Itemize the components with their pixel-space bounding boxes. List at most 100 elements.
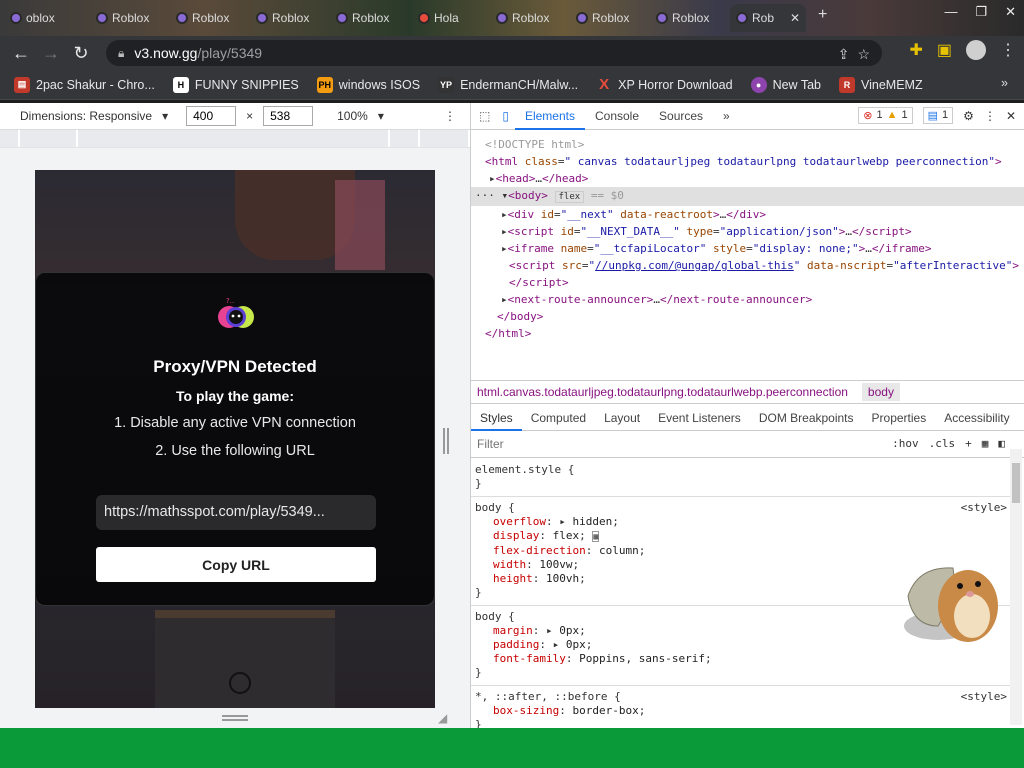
browser-tab[interactable]: Roblox (570, 4, 650, 32)
restore-icon[interactable]: ❐ (975, 4, 987, 20)
menu-kebab-icon[interactable]: ⋮ (1000, 40, 1016, 60)
dom-line[interactable]: ▸<head>…</head> (471, 170, 1024, 187)
forward-icon[interactable]: → (36, 43, 66, 64)
close-devtools-icon[interactable]: ✕ (1006, 109, 1016, 123)
browser-tab[interactable]: Roblox (90, 4, 170, 32)
dom-line[interactable]: </body> (471, 308, 1024, 325)
ruler-segment[interactable] (78, 130, 390, 147)
device-menu-icon[interactable]: ⋮ (444, 109, 456, 123)
star-icon[interactable]: ☆ (857, 46, 870, 63)
bookmark[interactable]: ● New Tab (750, 76, 821, 93)
dimensions-dropdown[interactable]: Dimensions: Responsive (20, 109, 152, 123)
more-tabs-icon[interactable]: » (713, 103, 740, 130)
styles-scrollbar[interactable] (1010, 449, 1022, 725)
dom-line-selected[interactable]: ··· ▾<body> flex == $0 (471, 187, 1024, 206)
browser-tab-active[interactable]: Rob ✕ (730, 4, 806, 32)
inspect-icon[interactable]: ⬚ (479, 109, 490, 123)
chevron-down-icon[interactable]: ▾ (378, 109, 384, 123)
more-bookmarks-icon[interactable]: » (1001, 76, 1008, 90)
settings-gear-icon[interactable]: ⚙ (963, 109, 974, 123)
dom-line[interactable]: </html> (471, 325, 1024, 342)
reload-icon[interactable]: ↻ (66, 43, 96, 64)
close-tab-icon[interactable]: ✕ (790, 11, 800, 25)
tab-computed[interactable]: Computed (522, 405, 595, 431)
dom-line[interactable]: <!DOCTYPE html> (471, 136, 1024, 153)
tab-accessibility[interactable]: Accessibility (935, 405, 1018, 431)
resize-corner-icon[interactable]: ◢ (438, 711, 447, 725)
rule-source[interactable]: <style> (961, 690, 1007, 704)
circle-button-icon[interactable] (229, 672, 251, 694)
tab-console[interactable]: Console (585, 103, 649, 130)
ruler-segment[interactable] (0, 130, 20, 147)
dom-line[interactable]: ▸<next-route-announcer>…</next-route-ann… (471, 291, 1024, 308)
close-window-icon[interactable]: ✕ (1005, 4, 1016, 20)
share-icon[interactable]: ⇪ (838, 46, 850, 63)
extensions-icon[interactable]: ✚ (909, 40, 922, 60)
filter-actions: :hov .cls + ▦ ◧ (892, 437, 1005, 450)
resize-handle-bottom[interactable] (222, 715, 248, 721)
tab-label: Roblox (512, 11, 550, 25)
new-tab-icon[interactable]: + (818, 6, 827, 24)
rule-source[interactable]: <style> (961, 501, 1007, 515)
tab-layout[interactable]: Layout (595, 405, 649, 431)
tab-event-listeners[interactable]: Event Listeners (649, 405, 750, 431)
scrollbar-thumb[interactable] (1012, 463, 1020, 503)
breadcrumb-item-active[interactable]: body (861, 383, 900, 401)
minimize-icon[interactable]: — (944, 4, 957, 20)
sidepanel-icon[interactable]: ▣ (937, 40, 952, 60)
bookmark[interactable]: YP EndermanCH/Malw... (438, 76, 578, 93)
profile-avatar[interactable] (966, 40, 986, 60)
zoom-dropdown[interactable]: 100% (337, 109, 368, 123)
browser-tab[interactable]: Hola (412, 4, 492, 32)
lock-icon[interactable]: 🔒︎ (118, 46, 124, 61)
ruler-segment[interactable] (390, 130, 420, 147)
background-image (335, 180, 385, 270)
paint-icon[interactable]: ▦ (982, 437, 989, 450)
favicon-icon (736, 12, 748, 24)
bookmark[interactable]: H FUNNY SNIPPIES (172, 76, 299, 93)
sidebar-toggle-icon[interactable]: ◧ (998, 437, 1005, 450)
bookmark[interactable]: R VineMEMZ (839, 76, 923, 93)
issues-badge[interactable]: ⊗ 1 ▲ 1 (858, 107, 913, 124)
tab-sources[interactable]: Sources (649, 103, 713, 130)
tab-properties[interactable]: Properties (863, 405, 936, 431)
css-rule[interactable]: element.style { } (471, 459, 1011, 497)
address-bar[interactable]: 🔒︎ v3.now.gg/play/5349 ⇪ ☆ (106, 40, 882, 66)
bookmark[interactable]: ▤ 2pac Shakur - Chro... (14, 76, 155, 93)
dom-line[interactable]: ▸<div id="__next" data-reactroot>…</div> (471, 206, 1024, 223)
tab-elements[interactable]: Elements (514, 103, 585, 130)
url-field[interactable]: https://mathsspot.com/play/5349... (96, 495, 376, 530)
height-input[interactable] (263, 106, 314, 126)
chevron-down-icon[interactable]: ▾ (162, 109, 168, 123)
bookmark[interactable]: PH windows ISOS (316, 76, 420, 93)
browser-tab[interactable]: Roblox (490, 4, 570, 32)
browser-tab[interactable]: oblox (4, 4, 84, 32)
device-toggle-icon[interactable]: ▯ (502, 109, 509, 123)
messages-badge[interactable]: ▤ 1 (922, 107, 954, 124)
resize-handle-right[interactable] (443, 428, 449, 454)
ruler-segment[interactable] (420, 130, 470, 147)
tab-dom-breakpoints[interactable]: DOM Breakpoints (750, 405, 863, 431)
browser-tab[interactable]: Roblox (650, 4, 730, 32)
hov-toggle[interactable]: :hov (892, 437, 919, 450)
breadcrumb-item[interactable]: html.canvas.todataurljpeg.todataurlpng.t… (477, 385, 848, 399)
back-icon[interactable]: ← (6, 43, 36, 64)
ruler-segment[interactable] (20, 130, 78, 147)
width-input[interactable] (186, 106, 237, 126)
dom-line[interactable]: ▸<iframe name="__tcfapiLocator" style="d… (471, 240, 1024, 257)
dom-line[interactable]: <script src="//unpkg.com/@ungap/global-t… (471, 257, 1024, 274)
dom-line[interactable]: <html class=" canvas todataurljpeg todat… (471, 153, 1024, 170)
tab-styles[interactable]: Styles (471, 405, 522, 431)
browser-tab[interactable]: Roblox (250, 4, 330, 32)
browser-tab[interactable]: Roblox (330, 4, 410, 32)
dom-tree[interactable]: <!DOCTYPE html> <html class=" canvas tod… (471, 130, 1024, 342)
add-rule-icon[interactable]: + (965, 437, 972, 450)
browser-tab[interactable]: Roblox (170, 4, 250, 32)
filter-input[interactable] (477, 437, 777, 451)
copy-url-button[interactable]: Copy URL (96, 547, 376, 582)
devtools-menu-icon[interactable]: ⋮ (984, 109, 996, 123)
dom-line[interactable]: ▸<script id="__NEXT_DATA__" type="applic… (471, 223, 1024, 240)
dom-line[interactable]: </script> (471, 274, 1024, 291)
cls-toggle[interactable]: .cls (929, 437, 956, 450)
bookmark[interactable]: X XP Horror Download (596, 76, 732, 93)
